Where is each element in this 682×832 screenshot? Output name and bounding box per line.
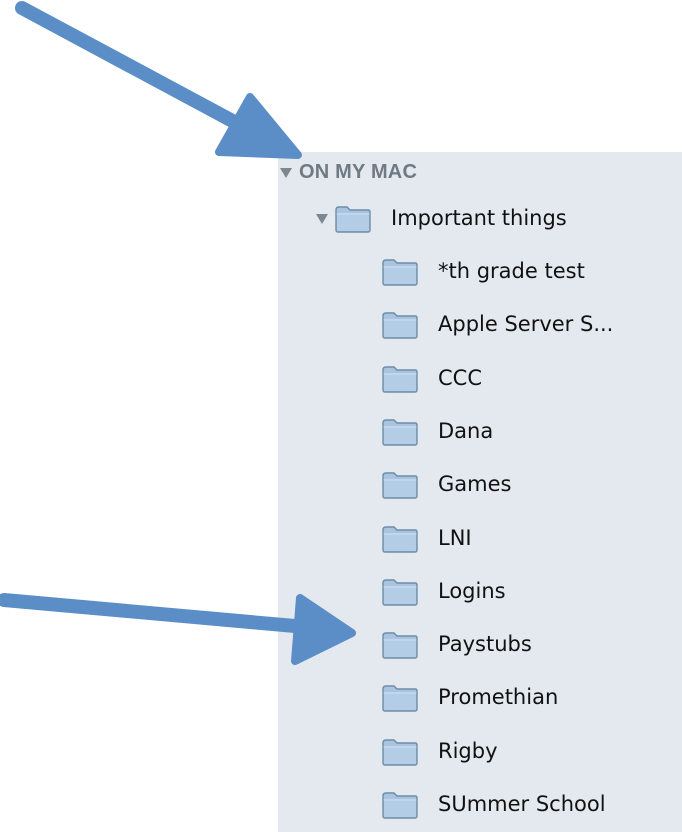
arrow-to-paystubs-icon bbox=[0, 593, 356, 665]
annotation-arrows bbox=[0, 1, 356, 665]
screenshot-stage: ON MY MAC Important things *th grade tes… bbox=[0, 0, 682, 832]
arrow-to-section-header-icon bbox=[15, 1, 302, 159]
